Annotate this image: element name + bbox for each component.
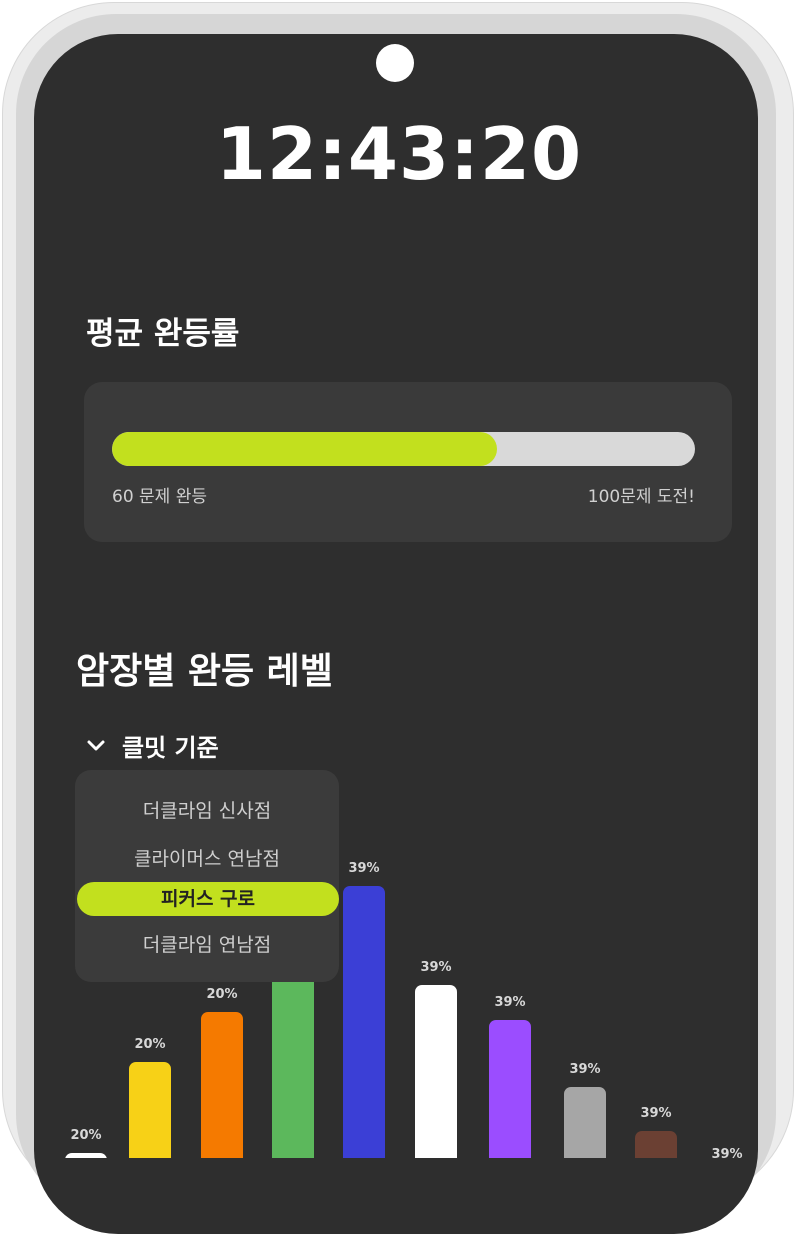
bar-9 [635,1131,677,1158]
bar-7 [489,1020,531,1158]
bar-label-10: 39% [711,1147,742,1158]
gym-option-4[interactable]: 더클라임 연남점 [75,930,339,957]
bar-5 [343,886,385,1158]
bar-label-3: 20% [206,987,237,1002]
bar-3 [201,1012,243,1158]
bar-label-8: 39% [569,1062,600,1077]
bar-4 [272,970,314,1158]
bar-1 [65,1153,107,1158]
bar-label-5: 39% [348,861,379,876]
bar-label-2: 20% [134,1037,165,1052]
gym-option-3-selected[interactable]: 피커스 구로 [77,882,339,916]
bar-label-6: 39% [420,960,451,975]
gym-level-bar-chart: 20%20%20%20%39%39%39%39%39%39% [65,861,743,1158]
bar-label-1: 20% [70,1128,101,1143]
bar-8 [564,1087,606,1158]
gym-dropdown-menu: 더클라임 신사점 클라이머스 연남점 피커스 구로 더클라임 연남점 [75,770,339,982]
gym-option-1[interactable]: 더클라임 신사점 [75,796,339,823]
bar-label-9: 39% [640,1106,671,1121]
gym-option-2[interactable]: 클라이머스 연남점 [75,844,339,871]
bar-6 [415,985,457,1158]
bar-2 [129,1062,171,1158]
bar-label-7: 39% [494,995,525,1010]
